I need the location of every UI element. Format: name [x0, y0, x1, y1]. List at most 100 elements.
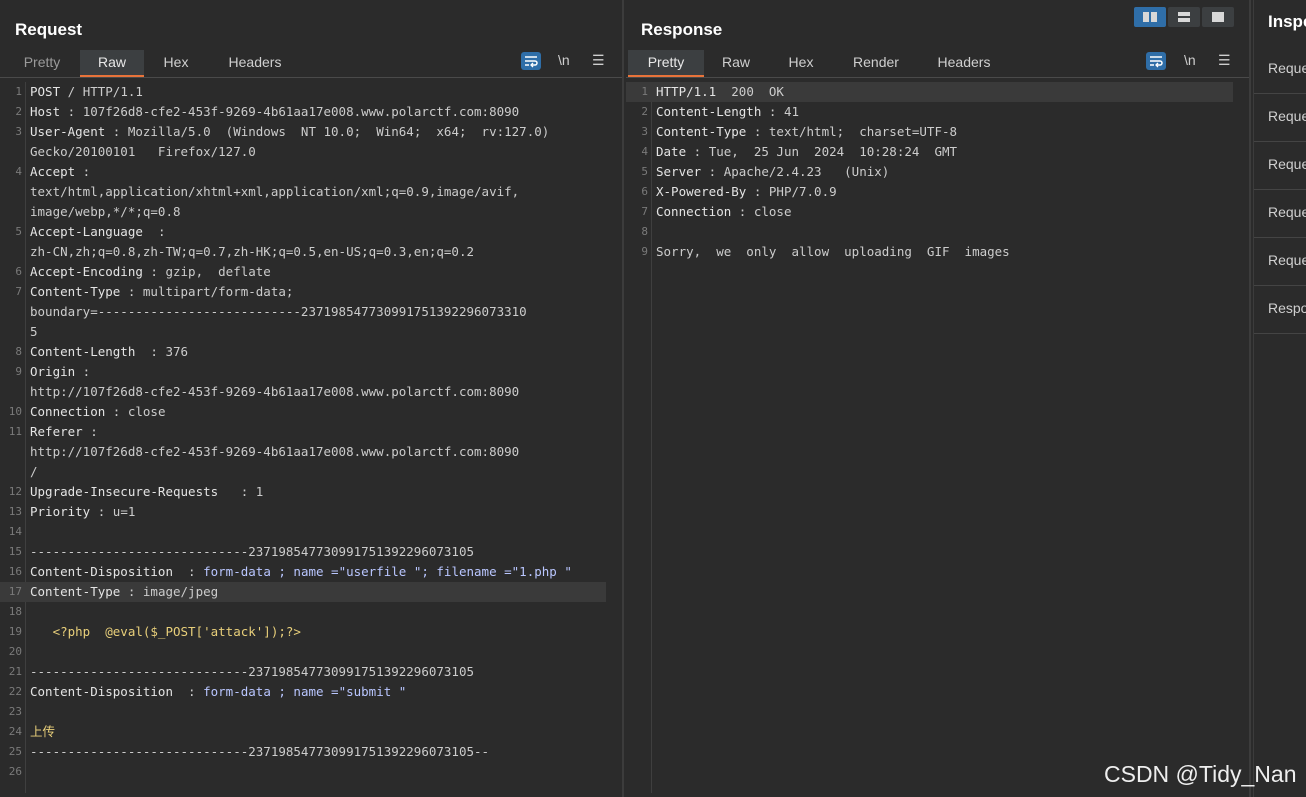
- menu-icon[interactable]: ☰: [592, 52, 605, 69]
- header-name: HTTP/1.1: [656, 84, 717, 99]
- line-number: 8: [15, 345, 22, 358]
- word-wrap-icon[interactable]: [521, 52, 541, 70]
- request-tab-hex[interactable]: Hex: [148, 50, 204, 77]
- header-separator: :: [60, 104, 83, 119]
- response-editor[interactable]: 1 HTTP/1.1 200 OK 2 Content-Length : 41 3 Con…: [626, 82, 1233, 793]
- header-separator: :: [746, 124, 769, 139]
- header-value: text/html; charset=UTF-8: [768, 124, 958, 139]
- response-tab-render[interactable]: Render: [840, 50, 912, 77]
- inspector-item-label: Reque: [1268, 252, 1306, 268]
- code-line: 13 Priority : u=1: [0, 502, 606, 522]
- response-tab-raw[interactable]: Raw: [708, 50, 764, 77]
- code-line: 18: [0, 602, 606, 622]
- header-value: close: [753, 204, 792, 219]
- header-value: image/webp,*/*;q=0.8: [30, 204, 181, 219]
- code-line: 8: [626, 222, 1233, 242]
- line-number: 1: [641, 85, 648, 98]
- code-line: 10 Connection : close: [0, 402, 606, 422]
- header-separator: :: [142, 264, 166, 279]
- header-name: Connection: [30, 404, 106, 419]
- code-line: 15 -----------------------------237198547…: [0, 542, 606, 562]
- line-number: 14: [8, 525, 22, 538]
- code-line: 3 Content-Type : text/html; charset=UTF-8: [626, 122, 1233, 142]
- line-text: Server : Apache/2.4.23 (Unix): [656, 162, 889, 182]
- line-number: 20: [8, 645, 22, 658]
- response-pane: Response Pretty Raw Hex Render Headers \…: [626, 0, 1251, 797]
- inspector-item[interactable]: Reque: [1254, 94, 1306, 142]
- code-line: boundary=---------------------------2371…: [0, 302, 606, 322]
- inspector-item[interactable]: Reque: [1254, 190, 1306, 238]
- header-separator: :: [75, 164, 91, 179]
- request-editor[interactable]: 1 POST / HTTP/1.1 2 Host : 107f26d8-cfe2-45…: [0, 82, 606, 793]
- code-line: 6 X-Powered-By : PHP/7.0.9: [626, 182, 1233, 202]
- layout-stacked-icon[interactable]: [1168, 7, 1200, 27]
- request-tab-pretty[interactable]: Pretty: [8, 50, 76, 77]
- code-line: 21 -----------------------------237198547…: [0, 662, 606, 682]
- code-line: 20: [0, 642, 606, 662]
- header-name: Accept-Language: [30, 224, 143, 239]
- code-line: 16 Content-Disposition : form-data ; name…: [0, 562, 606, 582]
- line-text: X-Powered-By : PHP/7.0.9: [656, 182, 837, 202]
- line-text: Accept-Encoding : gzip, deflate: [30, 262, 271, 282]
- request-tab-headers[interactable]: Headers: [212, 50, 298, 77]
- line-text: Content-Type : multipart/form-data;: [30, 282, 293, 302]
- line-text: Host : 107f26d8-cfe2-453f-9269-4b61aa17e…: [30, 102, 519, 122]
- header-separator: :: [120, 584, 143, 599]
- request-title: Request: [15, 20, 83, 39]
- header-value: Apache/2.4.23 (Unix): [723, 164, 890, 179]
- line-number: 4: [641, 145, 648, 158]
- inspector-item[interactable]: Reque: [1254, 142, 1306, 190]
- header-value: /: [30, 464, 38, 479]
- header-name: Content-Disposition: [30, 564, 173, 579]
- line-text: Connection : close: [30, 402, 165, 422]
- line-number: 12: [8, 485, 22, 498]
- header-value: HTTP/1.1: [82, 84, 143, 99]
- newline-toggle-icon[interactable]: \n: [1184, 52, 1196, 68]
- header-separator: :: [105, 404, 128, 419]
- code-line: zh-CN,zh;q=0.8,zh-TW;q=0.7,zh-HK;q=0.5,e…: [0, 242, 606, 262]
- header-separator: [716, 84, 731, 99]
- code-line: image/webp,*/*;q=0.8: [0, 202, 606, 222]
- line-text: zh-CN,zh;q=0.8,zh-TW;q=0.7,zh-HK;q=0.5,e…: [30, 242, 474, 262]
- header-name: Accept: [30, 164, 76, 179]
- code-line: 11 Referer :: [0, 422, 606, 442]
- inspector-item[interactable]: Reque: [1254, 238, 1306, 286]
- header-value: 107f26d8-cfe2-453f-9269-4b61aa17e008.www…: [82, 104, 520, 119]
- inspector-item[interactable]: Reque: [1254, 46, 1306, 94]
- newline-toggle-icon[interactable]: \n: [558, 52, 570, 68]
- word-wrap-icon[interactable]: [1146, 52, 1166, 70]
- header-name: Content-Length: [656, 104, 762, 119]
- header-value: boundary=---------------------------2371…: [30, 304, 527, 319]
- header-separator: :: [686, 144, 709, 159]
- layout-single-icon[interactable]: [1202, 7, 1234, 27]
- inspector-item-label: Reque: [1268, 60, 1306, 76]
- line-text: boundary=---------------------------2371…: [30, 302, 527, 322]
- header-name: Date: [656, 144, 687, 159]
- code-line: 5 Server : Apache/2.4.23 (Unix): [626, 162, 1233, 182]
- line-text: Content-Disposition : form-data ; name =…: [30, 562, 572, 582]
- menu-icon[interactable]: ☰: [1218, 52, 1231, 69]
- header-value: 200 OK: [731, 84, 784, 99]
- header-value: -----------------------------23719854773…: [30, 544, 475, 559]
- line-text: Priority : u=1: [30, 502, 135, 522]
- response-tab-hex[interactable]: Hex: [772, 50, 830, 77]
- request-tab-raw[interactable]: Raw: [80, 50, 144, 77]
- line-text: Accept :: [30, 162, 90, 182]
- response-tab-pretty[interactable]: Pretty: [628, 50, 704, 77]
- header-separator: :: [142, 224, 166, 239]
- layout-side-by-side-icon[interactable]: [1134, 7, 1166, 27]
- code-line: Gecko/20100101 Firefox/127.0: [0, 142, 606, 162]
- line-number: 15: [8, 545, 22, 558]
- header-value: form-data ; name ="submit ": [203, 684, 407, 699]
- code-line: 2 Content-Length : 41: [626, 102, 1233, 122]
- header-value: 376: [165, 344, 189, 359]
- inspector-item[interactable]: Respo: [1254, 286, 1306, 334]
- header-value: -----------------------------23719854773…: [30, 744, 490, 759]
- line-text: Referer :: [30, 422, 98, 442]
- header-name: Content-Type: [30, 584, 121, 599]
- header-value: Mozilla/5.0 (Windows NT 10.0; Win64; x64…: [127, 124, 550, 139]
- response-tab-headers[interactable]: Headers: [924, 50, 1004, 77]
- header-name: Host: [30, 104, 61, 119]
- header-value: -----------------------------23719854773…: [30, 664, 475, 679]
- line-number: 19: [8, 625, 22, 638]
